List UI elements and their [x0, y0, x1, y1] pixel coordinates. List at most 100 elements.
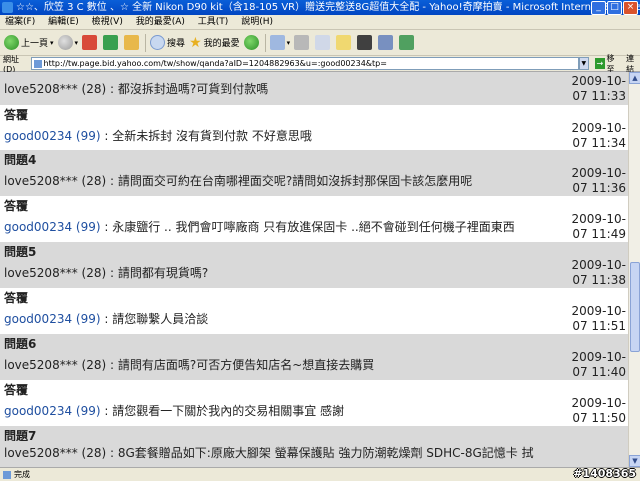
qa-answer-row: good00234 (99) : 請您觀看一下關於我內的交易相關事宜 感謝 20…: [4, 396, 626, 425]
menu-edit[interactable]: 編輯(E): [48, 17, 79, 27]
address-input[interactable]: http://tw.page.bid.yahoo.com/tw/show/qan…: [30, 57, 579, 70]
qa-user[interactable]: good00234: [4, 220, 72, 234]
qa-text: 全新未拆封 沒有貨到付款 不好意思哦: [112, 129, 312, 143]
search-button[interactable]: 搜尋: [150, 32, 185, 54]
back-icon: [4, 35, 19, 50]
qa-score: (99): [75, 404, 101, 418]
qa-date: 2009-10- 07 11:40: [570, 350, 626, 380]
forward-button[interactable]: ▾: [57, 32, 78, 54]
qa-date-line: 2009-10-: [571, 350, 626, 364]
back-button[interactable]: 上一頁 ▾: [4, 32, 54, 54]
search-label: 搜尋: [167, 39, 186, 49]
edit-button[interactable]: [315, 32, 332, 54]
print-button[interactable]: [294, 32, 311, 54]
folder-icon: [336, 35, 352, 50]
minimize-button[interactable]: _: [591, 1, 606, 15]
qa-question-row: love5208*** (28) : 8G套餐贈品如下:原廠大腳架 螢幕保護貼 …: [0, 441, 628, 467]
qa-time-line: 07 11:50: [572, 411, 626, 425]
address-bar: 網址(D) http://tw.page.bid.yahoo.com/tw/sh…: [0, 54, 640, 74]
address-url: http://tw.page.bid.yahoo.com/tw/show/qan…: [43, 59, 387, 68]
qa-time-line: 07 11:51: [572, 319, 626, 333]
qa-text: 請問有店面嗎?可否方便告知店名~想直接去購買: [117, 358, 375, 372]
menu-view[interactable]: 檢視(V): [92, 17, 123, 27]
qa-time-line: 07 11:34: [572, 136, 626, 150]
qa-user[interactable]: love5208***: [4, 446, 78, 460]
close-button[interactable]: ×: [623, 1, 638, 15]
qa-date-line: 2009-10-: [571, 304, 626, 318]
qa-user[interactable]: love5208***: [4, 82, 78, 96]
page-done-icon: [3, 470, 11, 479]
forward-icon: [57, 35, 73, 50]
qa-score: (28): [81, 82, 107, 96]
mail-button[interactable]: ▾: [269, 32, 290, 54]
qa-text: 請問都有現貨嗎?: [117, 266, 209, 280]
qa-question-row: love5208*** (28) : 都沒拆封過嗎?可貨到付款嗎 2009-10…: [0, 72, 628, 105]
qa-time-line: 07 11:49: [572, 227, 626, 241]
scroll-up-button[interactable]: ▲: [629, 72, 640, 84]
vertical-scrollbar[interactable]: ▲ ▼: [628, 72, 640, 467]
toolbar: 上一頁 ▾ ▾ 搜尋 ★ 我的最愛 ▾: [0, 30, 640, 56]
qa-section-header: 問題7: [0, 426, 628, 443]
messenger-icon: [357, 35, 373, 50]
qa-date: 2009-10- 07 11:49: [570, 212, 626, 242]
qa-date: 2009-10- 07 11:33: [570, 74, 626, 104]
menu-file[interactable]: 檔案(F): [5, 17, 35, 27]
qa-time-line: 07 11:36: [572, 181, 626, 195]
qa-user[interactable]: love5208***: [4, 358, 78, 372]
qa-score: (28): [81, 358, 107, 372]
qa-answer-row: good00234 (99) : 全新未拆封 沒有貨到付款 不好意思哦 2009…: [4, 121, 626, 151]
qa-user[interactable]: love5208***: [4, 266, 78, 280]
qa-text: 都沒拆封過嗎?可貨到付款嗎: [117, 82, 269, 96]
history-button[interactable]: [243, 32, 261, 54]
qa-score: (99): [75, 220, 101, 234]
print-icon: [294, 35, 310, 50]
home-icon: [124, 35, 140, 50]
window-title: ☆☆、欣笠 3 C 數位 、☆ 全新 Nikon D90 kit（含18-105…: [16, 2, 640, 13]
menu-tools[interactable]: 工具(T): [198, 17, 229, 27]
qa-text: 請您聯繫人員洽談: [112, 312, 209, 326]
address-dropdown-button[interactable]: ▼: [578, 57, 590, 70]
refresh-button[interactable]: [103, 32, 120, 54]
qa-user[interactable]: love5208***: [4, 174, 78, 188]
watermark: #1408365: [573, 467, 636, 480]
qa-section-header: 問題4: [0, 150, 628, 167]
edit-icon: [315, 35, 331, 50]
qa-user[interactable]: good00234: [4, 404, 72, 418]
history-icon: [243, 35, 259, 50]
stop-button[interactable]: [82, 32, 99, 54]
qa-time-line: 07 11:38: [572, 273, 626, 287]
tools-button[interactable]: [399, 32, 416, 54]
qa-section-header: 答覆: [0, 196, 628, 213]
messenger-button[interactable]: [357, 32, 374, 54]
status-text: 完成: [14, 470, 30, 479]
mail-icon: [269, 35, 285, 50]
scroll-thumb[interactable]: [630, 262, 640, 352]
qa-user[interactable]: good00234: [4, 129, 72, 143]
qa-user[interactable]: good00234: [4, 312, 72, 326]
qa-score: (99): [75, 129, 101, 143]
maximize-button[interactable]: □: [607, 1, 622, 15]
qa-section-header: 問題5: [0, 242, 628, 259]
qa-text: 請您觀看一下關於我內的交易相關事宜 感謝: [112, 404, 345, 418]
qa-date: 2009-10- 07 11:34: [570, 121, 626, 151]
menu-help[interactable]: 說明(H): [241, 17, 273, 27]
home-button[interactable]: [124, 32, 141, 54]
favorites-button[interactable]: ★ 我的最愛: [189, 32, 240, 54]
address-label: 網址(D): [3, 54, 19, 74]
research-button[interactable]: [378, 32, 395, 54]
qa-date: 2009-10- 07 11:51: [570, 304, 626, 334]
qa-date-line: 2009-10-: [571, 212, 626, 226]
research-icon: [378, 35, 394, 50]
folder-button[interactable]: [336, 32, 353, 54]
qa-date: 2009-10- 07 11:36: [570, 166, 626, 196]
scroll-down-button[interactable]: ▼: [629, 455, 640, 467]
qa-date-line: 2009-10-: [571, 166, 626, 180]
menu-favorites[interactable]: 我的最愛(A): [136, 17, 185, 27]
qa-date-line: 2009-10-: [571, 121, 626, 135]
qa-score: (28): [81, 266, 107, 280]
favorites-icon: ★: [189, 34, 202, 51]
window-titlebar: ☆☆、欣笠 3 C 數位 、☆ 全新 Nikon D90 kit（含18-105…: [0, 0, 640, 15]
ie-logo-icon: [2, 2, 13, 13]
toolbar-separator: [145, 33, 147, 52]
qa-time-line: 07 11:40: [572, 365, 626, 379]
